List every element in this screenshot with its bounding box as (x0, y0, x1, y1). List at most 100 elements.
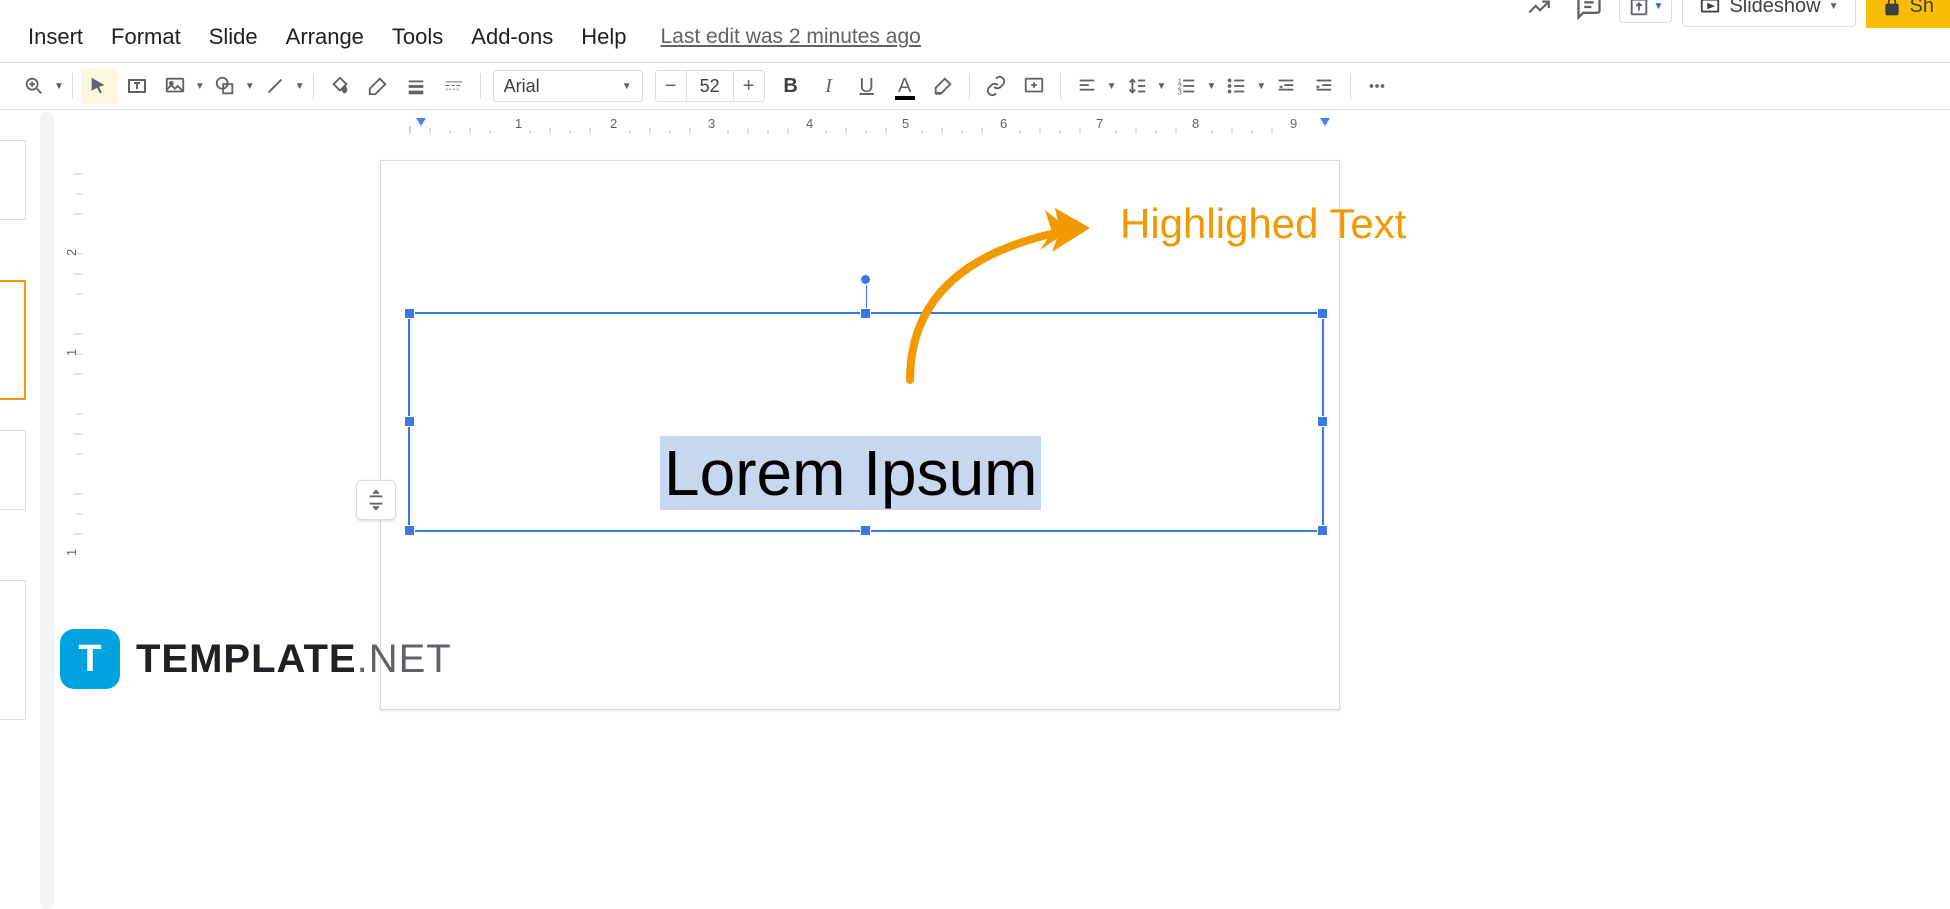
zoom-button[interactable] (16, 68, 52, 104)
svg-text:4: 4 (806, 116, 813, 131)
separator (313, 73, 314, 99)
menu-addons[interactable]: Add-ons (457, 18, 567, 56)
text-color-swatch (895, 96, 915, 100)
svg-text:8: 8 (1192, 116, 1199, 131)
resize-handle-tm[interactable] (860, 308, 871, 319)
present-dropdown[interactable]: ▼ (1619, 0, 1673, 23)
resize-handle-br[interactable] (1317, 525, 1328, 536)
indent-decrease-button[interactable] (1268, 68, 1304, 104)
rotate-handle[interactable] (860, 274, 871, 285)
select-tool[interactable] (81, 68, 117, 104)
chevron-down-icon: ▼ (1654, 1, 1664, 12)
image-tool[interactable] (157, 68, 193, 104)
text-color-button[interactable]: A (887, 68, 923, 104)
separator (1060, 73, 1061, 99)
textbox-tool[interactable] (119, 68, 155, 104)
font-family-select[interactable]: Arial ▼ (493, 70, 643, 102)
rotate-connector (866, 284, 867, 308)
separator (1350, 73, 1351, 99)
chevron-down-icon: ▼ (1829, 1, 1839, 12)
chevron-down-icon: ▼ (245, 81, 255, 92)
watermark-icon: T (60, 629, 120, 689)
svg-text:2: 2 (64, 249, 79, 256)
chevron-down-icon: ▼ (195, 81, 205, 92)
separator (72, 73, 73, 99)
menu-help[interactable]: Help (567, 18, 640, 56)
menu-format[interactable]: Format (97, 18, 195, 56)
svg-text:1: 1 (64, 349, 79, 356)
svg-text:9: 9 (1290, 116, 1297, 131)
chevron-down-icon: ▼ (54, 81, 64, 92)
chevron-down-icon: ▼ (622, 81, 632, 92)
watermark-light: .NET (357, 637, 452, 681)
svg-text:2: 2 (610, 116, 617, 131)
svg-text:6: 6 (1000, 116, 1007, 131)
italic-button[interactable]: I (811, 68, 847, 104)
svg-text:3: 3 (708, 116, 715, 131)
font-size-decrease[interactable]: − (656, 71, 686, 101)
chevron-down-icon: ▼ (295, 81, 305, 92)
shape-tool[interactable] (207, 68, 243, 104)
separator (480, 73, 481, 99)
fill-color-button[interactable] (322, 68, 358, 104)
resize-handle-tl[interactable] (404, 308, 415, 319)
resize-handle-ml[interactable] (404, 416, 415, 427)
slideshow-button[interactable]: Slideshow ▼ (1682, 0, 1855, 27)
vertical-ruler[interactable]: 2 1 1 (60, 134, 82, 909)
underline-button[interactable]: U (849, 68, 885, 104)
slide-thumbnail[interactable] (0, 430, 26, 510)
border-weight-button[interactable] (398, 68, 434, 104)
annotation-label: Highlighed Text (1120, 200, 1406, 248)
horizontal-ruler[interactable]: 1 2 3 4 5 6 7 8 9 (80, 112, 1950, 134)
activity-icon[interactable] (1519, 0, 1559, 27)
separator (969, 73, 970, 99)
align-button[interactable] (1069, 68, 1105, 104)
menu-insert[interactable]: Insert (14, 18, 97, 56)
svg-text:1: 1 (515, 116, 522, 131)
menu-bar: Insert Format Slide Arrange Tools Add-on… (14, 18, 921, 56)
add-comment-button[interactable] (1016, 68, 1052, 104)
bulleted-list-button[interactable] (1218, 68, 1254, 104)
chevron-down-icon: ▼ (1157, 81, 1167, 92)
resize-handle-bl[interactable] (404, 525, 415, 536)
watermark-bold: TEMPLATE (136, 637, 357, 681)
border-dash-button[interactable] (436, 68, 472, 104)
svg-text:1: 1 (64, 549, 79, 556)
chevron-down-icon: ▼ (1107, 81, 1117, 92)
menu-arrange[interactable]: Arrange (272, 18, 378, 56)
indent-increase-button[interactable] (1306, 68, 1342, 104)
last-edit-link[interactable]: Last edit was 2 minutes ago (660, 25, 920, 49)
line-tool[interactable] (257, 68, 293, 104)
numbered-list-button[interactable]: 123 (1168, 68, 1204, 104)
resize-handle-bm[interactable] (860, 525, 871, 536)
share-button[interactable]: Sh (1866, 0, 1950, 28)
slide-thumbnail[interactable] (0, 580, 26, 720)
fit-to-window-button[interactable] (356, 480, 396, 520)
font-size-group: − + (655, 70, 765, 102)
thumbnail-scrollbar[interactable] (40, 112, 54, 909)
highlight-button[interactable] (925, 68, 961, 104)
line-spacing-button[interactable] (1119, 68, 1155, 104)
border-color-button[interactable] (360, 68, 396, 104)
slideshow-label: Slideshow (1729, 0, 1820, 18)
resize-handle-mr[interactable] (1317, 416, 1328, 427)
bold-button[interactable]: B (773, 68, 809, 104)
slide-thumbnail[interactable] (0, 140, 26, 220)
toolbar: ▼ ▼ ▼ ▼ Arial ▼ − (0, 62, 1950, 110)
link-button[interactable] (978, 68, 1014, 104)
watermark-text: TEMPLATE.NET (136, 637, 452, 682)
font-size-input[interactable] (686, 71, 734, 101)
slide-text-highlighted[interactable]: Lorem Ipsum (660, 436, 1041, 510)
comment-icon[interactable] (1569, 0, 1609, 27)
more-button[interactable] (1359, 68, 1395, 104)
svg-text:3: 3 (1178, 87, 1182, 96)
menu-slide[interactable]: Slide (195, 18, 272, 56)
font-family-value: Arial (504, 76, 540, 97)
watermark: T TEMPLATE.NET (60, 629, 452, 689)
chevron-down-icon: ▼ (1206, 81, 1216, 92)
menu-tools[interactable]: Tools (378, 18, 457, 56)
resize-handle-tr[interactable] (1317, 308, 1328, 319)
font-size-increase[interactable]: + (734, 71, 764, 101)
slide-thumbnail-active[interactable] (0, 280, 26, 400)
chevron-down-icon: ▼ (1256, 81, 1266, 92)
